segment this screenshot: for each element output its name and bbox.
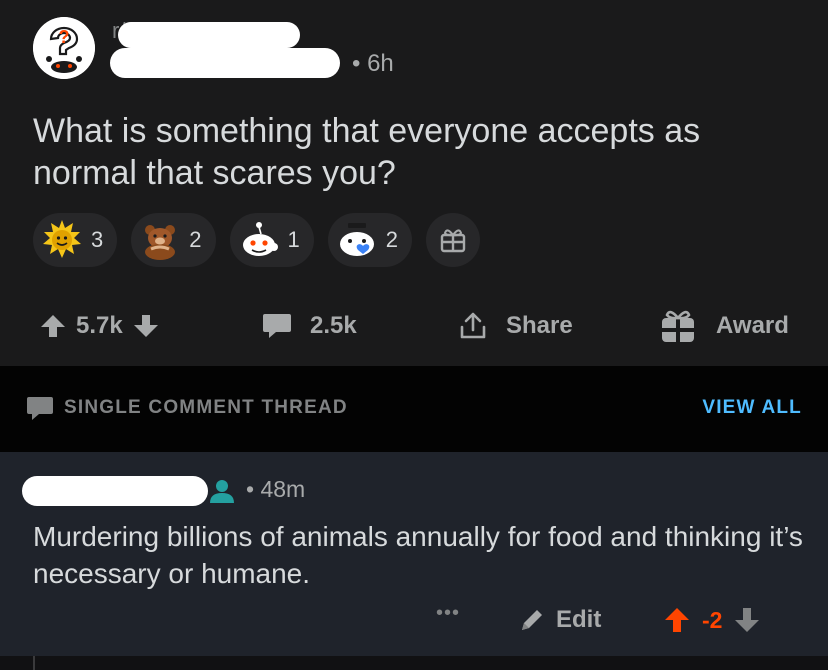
award-count: 1 (287, 227, 300, 252)
comment-action-bar: ••• Edit -2 (0, 598, 828, 644)
reddit-thread-page: ? r/ • 6h What is something that everyon… (0, 0, 828, 670)
snoo-question-icon: ? (33, 17, 95, 79)
redacted-subreddit-name (118, 22, 300, 48)
comment-count: 2.5k (310, 312, 357, 339)
upvote-arrow-icon[interactable] (40, 313, 66, 339)
give-award-button[interactable] (426, 213, 480, 267)
thread-rail (33, 656, 35, 670)
comment-timestamp: • 48m (246, 476, 306, 502)
award-wholesome[interactable]: 2 (327, 213, 412, 267)
thread-label: SINGLE COMMENT THREAD (64, 397, 348, 418)
award-gift-icon (662, 310, 694, 342)
more-options-button[interactable]: ••• (436, 602, 460, 625)
snoo-award-icon (242, 222, 278, 256)
post-card: ? r/ • 6h What is something that everyon… (0, 0, 828, 366)
post-action-bar: 5.7k 2.5k Share Award (0, 296, 828, 356)
post-title[interactable]: What is something that everyone accepts … (33, 110, 803, 194)
upvote-arrow-icon[interactable] (664, 606, 690, 634)
edit-label: Edit (556, 606, 602, 633)
gift-icon (440, 229, 466, 253)
upvote-count: 5.7k (76, 312, 123, 339)
thread-continuation (0, 656, 828, 670)
awards-row: 3 2 1 2 (33, 213, 480, 269)
award-button[interactable]: Award (660, 296, 789, 356)
share-icon (460, 312, 486, 339)
award-count: 2 (189, 227, 202, 252)
award-label: Award (716, 312, 789, 339)
pencil-icon (522, 610, 542, 630)
comment-vote-group: -2 (664, 606, 760, 634)
downvote-arrow-icon[interactable] (133, 313, 159, 339)
award-snoo[interactable]: 1 (229, 213, 314, 267)
award-count: 2 (385, 227, 398, 252)
single-thread-bar: SINGLE COMMENT THREAD VIEW ALL (0, 366, 828, 452)
view-all-link[interactable]: VIEW ALL (702, 397, 802, 419)
gold-award-icon (43, 220, 81, 258)
svg-text:?: ? (59, 27, 70, 47)
op-user-icon (210, 480, 234, 503)
comments-button[interactable]: 2.5k (262, 296, 357, 356)
award-count: 3 (91, 227, 104, 252)
comment-card: • 48m Murdering billions of animals annu… (0, 452, 828, 656)
award-bear[interactable]: 2 (131, 213, 216, 267)
subreddit-avatar[interactable]: ? (33, 17, 95, 79)
comment-score: -2 (702, 606, 723, 633)
comment-bubble-icon (263, 314, 291, 338)
award-gold[interactable]: 3 (33, 213, 118, 267)
downvote-arrow-icon[interactable] (734, 606, 760, 634)
redacted-username (110, 48, 340, 78)
bear-award-icon (145, 225, 176, 260)
vote-group: 5.7k (40, 296, 159, 356)
post-timestamp: • 6h (352, 50, 394, 77)
wholesome-award-icon (339, 223, 374, 256)
comment-body: Murdering billions of animals annually f… (33, 521, 803, 589)
comment-bubble-icon (27, 397, 53, 420)
share-label: Share (506, 312, 573, 339)
redacted-commenter-name (22, 476, 208, 506)
share-button[interactable]: Share (458, 296, 573, 356)
edit-button[interactable]: Edit (518, 606, 601, 634)
